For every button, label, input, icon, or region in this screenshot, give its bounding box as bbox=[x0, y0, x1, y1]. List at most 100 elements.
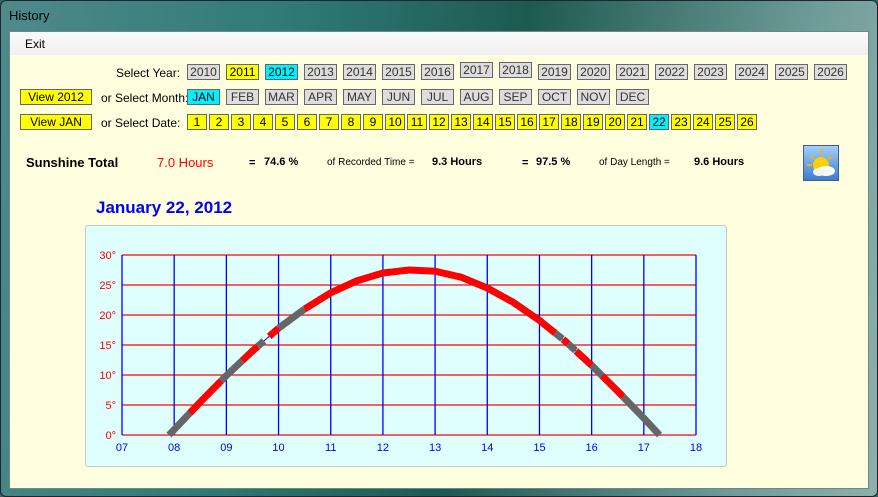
year-button-2020[interactable]: 2020 bbox=[577, 64, 610, 80]
sunshine-segment bbox=[271, 325, 281, 336]
cloud-segment bbox=[166, 410, 193, 438]
date-button-16[interactable]: 16 bbox=[517, 114, 537, 130]
view-year-button[interactable]: View 2012 bbox=[20, 89, 92, 105]
cloud-segment bbox=[255, 338, 267, 350]
date-button-13[interactable]: 13 bbox=[451, 114, 471, 130]
date-button-23[interactable]: 23 bbox=[671, 114, 691, 130]
year-button-2017[interactable]: 2017 bbox=[460, 62, 493, 78]
month-button-dec[interactable]: DEC bbox=[616, 89, 649, 105]
menu-exit[interactable]: Exit bbox=[25, 37, 45, 51]
year-button-2013[interactable]: 2013 bbox=[304, 64, 337, 80]
date-button-21[interactable]: 21 bbox=[627, 114, 647, 130]
sunshine-segment bbox=[239, 343, 260, 364]
month-button-sep[interactable]: SEP bbox=[499, 89, 532, 105]
date-button-18[interactable]: 18 bbox=[561, 114, 581, 130]
date-button-24[interactable]: 24 bbox=[693, 114, 713, 130]
year-button-2026[interactable]: 2026 bbox=[814, 64, 847, 80]
date-button-3[interactable]: 3 bbox=[231, 114, 251, 130]
y-tick-label: 0° bbox=[105, 430, 116, 442]
x-tick-label: 10 bbox=[272, 442, 284, 454]
year-button-2024[interactable]: 2024 bbox=[735, 64, 768, 80]
date-button-2[interactable]: 2 bbox=[209, 114, 229, 130]
year-button-2019[interactable]: 2019 bbox=[538, 64, 571, 80]
month-button-nov[interactable]: NOV bbox=[577, 89, 610, 105]
month-button-jul[interactable]: JUL bbox=[421, 89, 454, 105]
date-button-17[interactable]: 17 bbox=[539, 114, 559, 130]
cloud-segment bbox=[589, 362, 605, 379]
year-button-2021[interactable]: 2021 bbox=[616, 64, 649, 80]
equals-1: = bbox=[249, 157, 256, 169]
client-area: Exit Select Year: or Select Month: or Se… bbox=[9, 31, 869, 489]
date-button-5[interactable]: 5 bbox=[275, 114, 295, 130]
year-button-2014[interactable]: 2014 bbox=[343, 64, 376, 80]
date-button-15[interactable]: 15 bbox=[495, 114, 515, 130]
date-button-14[interactable]: 14 bbox=[473, 114, 493, 130]
x-tick-label: 14 bbox=[481, 442, 493, 454]
date-button-19[interactable]: 19 bbox=[583, 114, 603, 130]
cloud-segment bbox=[565, 341, 578, 354]
date-button-25[interactable]: 25 bbox=[715, 114, 735, 130]
window-title: History bbox=[9, 8, 50, 23]
percent-day: 97.5 % bbox=[536, 156, 571, 168]
select-year-label: Select Year: bbox=[116, 66, 181, 80]
month-button-oct[interactable]: OCT bbox=[538, 89, 571, 105]
window-frame: History Exit Select Year: or Select Mont… bbox=[0, 0, 878, 497]
select-month-label: or Select Month: bbox=[101, 91, 189, 105]
day-length-value: 9.6 Hours bbox=[694, 156, 745, 168]
view-month-button[interactable]: View JAN bbox=[20, 114, 92, 130]
year-button-2018[interactable]: 2018 bbox=[499, 62, 532, 78]
x-tick-label: 12 bbox=[377, 442, 389, 454]
date-button-1[interactable]: 1 bbox=[187, 114, 207, 130]
year-button-2015[interactable]: 2015 bbox=[382, 64, 415, 80]
year-button-2016[interactable]: 2016 bbox=[421, 64, 454, 80]
date-button-12[interactable]: 12 bbox=[429, 114, 449, 130]
month-button-aug[interactable]: AUG bbox=[460, 89, 493, 105]
sunshine-total-label: Sunshine Total bbox=[26, 155, 119, 170]
x-tick-label: 13 bbox=[429, 442, 441, 454]
x-tick-label: 07 bbox=[116, 442, 128, 454]
date-button-20[interactable]: 20 bbox=[605, 114, 625, 130]
cloud-segment bbox=[276, 306, 307, 332]
month-button-may[interactable]: MAY bbox=[343, 89, 376, 105]
x-tick-label: 18 bbox=[690, 442, 702, 454]
date-button-6[interactable]: 6 bbox=[297, 114, 317, 130]
month-button-feb[interactable]: FEB bbox=[226, 89, 259, 105]
select-date-label: or Select Date: bbox=[101, 116, 181, 130]
y-tick-label: 30° bbox=[99, 250, 116, 262]
x-tick-label: 09 bbox=[220, 442, 232, 454]
y-tick-label: 10° bbox=[99, 370, 116, 382]
sunshine-segment bbox=[266, 330, 276, 340]
sunshine-segment bbox=[187, 378, 224, 416]
sunshine-total-value: 7.0 Hours bbox=[157, 155, 214, 170]
x-tick-label: 15 bbox=[533, 442, 545, 454]
month-button-jan[interactable]: JAN bbox=[187, 89, 220, 105]
sunshine-segment bbox=[573, 348, 595, 368]
month-button-jun[interactable]: JUN bbox=[382, 89, 415, 105]
sun-cloud-icon[interactable] bbox=[803, 145, 839, 181]
date-button-11[interactable]: 11 bbox=[407, 114, 427, 130]
y-tick-label: 20° bbox=[99, 310, 116, 322]
date-button-7[interactable]: 7 bbox=[319, 114, 339, 130]
cloud-segment bbox=[552, 330, 565, 342]
year-button-2025[interactable]: 2025 bbox=[775, 64, 808, 80]
date-button-26[interactable]: 26 bbox=[737, 114, 757, 130]
y-tick-label: 15° bbox=[99, 340, 116, 352]
chart-date-title: January 22, 2012 bbox=[96, 198, 233, 217]
date-button-8[interactable]: 8 bbox=[341, 114, 361, 130]
year-button-2023[interactable]: 2023 bbox=[694, 64, 727, 80]
date-button-9[interactable]: 9 bbox=[363, 114, 383, 130]
sunshine-segment bbox=[599, 373, 626, 400]
date-button-4[interactable]: 4 bbox=[253, 114, 273, 130]
year-button-2012[interactable]: 2012 bbox=[265, 64, 298, 80]
equals-2: = bbox=[522, 157, 529, 169]
year-button-2011[interactable]: 2011 bbox=[226, 64, 259, 80]
sunshine-segment bbox=[560, 336, 571, 347]
year-button-2010[interactable]: 2010 bbox=[187, 64, 220, 80]
date-button-22[interactable]: 22 bbox=[649, 114, 669, 130]
year-button-2022[interactable]: 2022 bbox=[655, 64, 688, 80]
y-tick-label: 5° bbox=[105, 400, 116, 412]
month-button-mar[interactable]: MAR bbox=[265, 89, 298, 105]
cloud-segment bbox=[620, 394, 663, 438]
month-button-apr[interactable]: APR bbox=[304, 89, 337, 105]
date-button-10[interactable]: 10 bbox=[385, 114, 405, 130]
